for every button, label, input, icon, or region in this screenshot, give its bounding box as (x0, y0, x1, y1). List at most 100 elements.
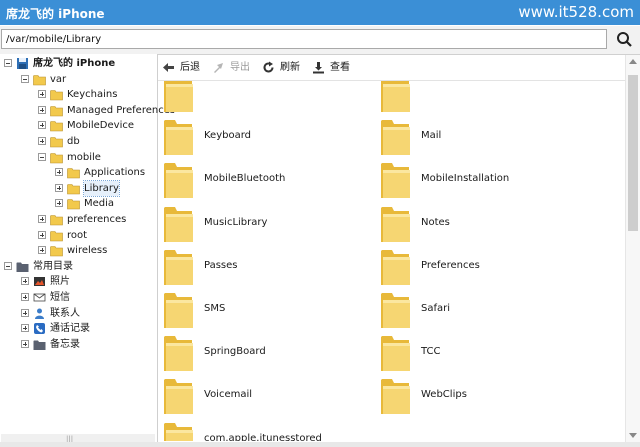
tree-item[interactable]: Library (0, 179, 157, 197)
tree-item[interactable]: 常用目录 (0, 259, 157, 274)
search-icon (617, 32, 632, 47)
back-button[interactable]: 后退 (162, 59, 206, 76)
watermark: www.it528.com (518, 3, 634, 21)
file-name: MobileInstallation (421, 173, 510, 185)
tree-item[interactable]: Keychains (0, 87, 157, 102)
expand-icon[interactable] (55, 168, 63, 177)
tree-item[interactable]: Media (0, 196, 157, 211)
refresh-button[interactable]: 刷新 (262, 59, 306, 76)
tree-item[interactable]: wireless (0, 243, 157, 258)
file-item[interactable]: MusicLibrary (162, 202, 362, 245)
file-item[interactable]: MobileBluetooth (162, 158, 362, 201)
file-item[interactable]: Preferences (379, 245, 579, 288)
expand-icon[interactable] (55, 199, 63, 208)
expand-icon[interactable] (38, 90, 46, 99)
tree-item[interactable]: mobile (0, 150, 157, 165)
folder-icon (50, 104, 63, 117)
tree-item-label: Applications (84, 167, 146, 179)
file-name: Passes (204, 259, 238, 271)
file-item[interactable]: SMS (162, 288, 362, 331)
tree-item-label: db (67, 136, 80, 147)
folder-icon (162, 245, 195, 288)
file-item[interactable]: Passes (162, 245, 362, 288)
vertical-scrollbar[interactable] (625, 55, 640, 442)
file-name: MobileBluetooth (204, 173, 286, 185)
folder-icon (50, 213, 63, 226)
tree-item[interactable]: Managed Preferences (0, 103, 175, 118)
file-item[interactable]: WebClips (379, 374, 579, 417)
tree-item-label: Library (83, 179, 120, 197)
file-item[interactable]: SpringBoard (162, 331, 362, 374)
tree-item-label: 短信 (50, 292, 70, 303)
expand-icon[interactable] (21, 324, 29, 333)
file-item[interactable]: TCC (379, 331, 579, 374)
folder-icon (379, 115, 412, 158)
tree-item-label: mobile (67, 151, 101, 163)
tree-item[interactable]: 备忘录 (0, 337, 157, 352)
file-name: Voicemail (204, 389, 253, 401)
expand-icon[interactable] (38, 230, 46, 239)
scroll-up-icon[interactable] (629, 59, 637, 64)
folder-icon (50, 135, 63, 148)
tree-item[interactable]: preferences (0, 212, 157, 227)
file-item[interactable]: Keyboard (162, 115, 362, 158)
export-icon (214, 63, 223, 73)
expand-icon[interactable] (38, 121, 46, 130)
tree-item-label: MobileDevice (67, 120, 135, 132)
tree-item[interactable]: 照片 (0, 274, 157, 289)
path-input[interactable] (1, 29, 607, 49)
expand-icon[interactable] (21, 339, 29, 348)
file-item[interactable]: com.apple.itunesstored (162, 418, 362, 441)
file-item[interactable]: Notes (379, 202, 579, 245)
collapse-icon[interactable] (38, 152, 46, 161)
expand-icon[interactable] (55, 183, 63, 192)
tree-item-label: 备忘录 (50, 338, 80, 350)
expand-icon[interactable] (38, 105, 46, 114)
file-item[interactable]: Voicemail (162, 374, 362, 417)
view-label: 查看 (330, 62, 350, 73)
scroll-thumb[interactable] (628, 75, 638, 231)
folder-icon (379, 81, 412, 115)
folder-tree: 席龙飞的 iPhone var Keychains Managed Prefer… (0, 54, 175, 447)
tree-item[interactable]: 席龙飞的 iPhone (0, 56, 157, 71)
file-name: TCC (421, 346, 441, 358)
expand-icon[interactable] (38, 246, 46, 255)
collapse-icon[interactable] (4, 261, 12, 270)
tree-item[interactable]: Applications (0, 165, 157, 180)
contacts-icon (33, 307, 46, 320)
search-button[interactable] (612, 29, 636, 49)
expand-icon[interactable] (38, 215, 46, 223)
file-name: Notes (421, 216, 450, 228)
tree-item-label: preferences (67, 214, 127, 225)
tree-item[interactable]: root (0, 228, 157, 243)
file-item[interactable]: Safari (379, 288, 579, 331)
tree-item[interactable]: 通话记录 (0, 321, 157, 336)
file-item[interactable]: Mail (379, 115, 579, 158)
file-item[interactable] (162, 81, 362, 115)
expand-icon[interactable] (21, 293, 29, 301)
expand-icon[interactable] (21, 277, 29, 286)
toolbar: 后退 导出 刷新 查看 (158, 55, 630, 81)
folder-icon (379, 288, 412, 331)
tree-item[interactable]: MobileDevice (0, 118, 157, 133)
collapse-icon[interactable] (4, 59, 12, 67)
tree-item-label: Media (84, 198, 115, 210)
tree-item[interactable]: 联系人 (0, 306, 157, 321)
file-name: MusicLibrary (204, 216, 268, 228)
tree-item[interactable]: db (0, 134, 157, 149)
expand-icon[interactable] (38, 137, 46, 145)
file-name: WebClips (421, 389, 467, 401)
tree-item[interactable]: 短信 (0, 290, 157, 305)
folder-icon (50, 119, 63, 132)
file-item[interactable]: MobileInstallation (379, 158, 579, 201)
folder-icon (50, 151, 63, 164)
scroll-down-icon[interactable] (629, 433, 637, 438)
expand-icon[interactable] (21, 308, 29, 317)
file-item[interactable] (379, 81, 579, 115)
collapse-icon[interactable] (21, 74, 29, 83)
export-button[interactable]: 导出 (212, 59, 256, 76)
folder-icon (50, 229, 63, 242)
view-button[interactable]: 查看 (312, 59, 356, 76)
tree-item[interactable]: var (0, 72, 157, 87)
tree-item-label: root (67, 229, 88, 241)
